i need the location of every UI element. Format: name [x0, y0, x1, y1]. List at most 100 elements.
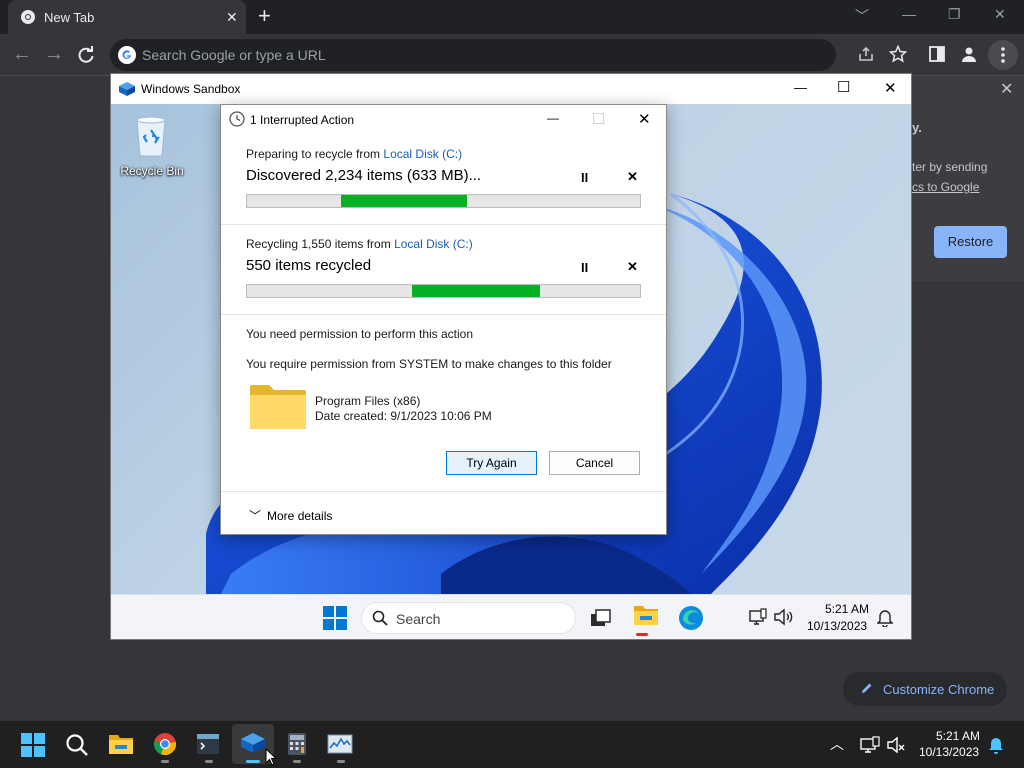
- source-link[interactable]: Local Disk (C:): [383, 147, 462, 161]
- close-window-icon[interactable]: ✕: [994, 6, 1006, 23]
- tab-new-tab[interactable]: New Tab ✕: [8, 0, 246, 34]
- mouse-cursor-icon: [265, 748, 277, 766]
- pause-button[interactable]: II: [581, 260, 588, 275]
- edge-icon[interactable]: [678, 605, 704, 631]
- new-tab-button[interactable]: +: [258, 5, 271, 27]
- google-icon: [118, 46, 136, 64]
- operation-2-description: Recycling 1,550 items from Local Disk (C…: [246, 237, 473, 251]
- running-indicator: [293, 760, 301, 763]
- tab-title: New Tab: [44, 10, 95, 25]
- notification-bell-icon[interactable]: [988, 736, 1004, 754]
- dialog-title: 1 Interrupted Action: [250, 113, 355, 127]
- running-indicator: [161, 760, 169, 763]
- host-clock-date: 10/13/2023: [919, 745, 980, 759]
- permission-heading: You need permission to perform this acti…: [246, 327, 474, 341]
- sandbox-clock-time: 5:21 AM: [825, 602, 870, 616]
- cancel-button[interactable]: Cancel: [549, 451, 640, 475]
- operation-2-progress-bar: [246, 284, 641, 298]
- search-icon: [372, 610, 388, 626]
- dialog-minimize-icon[interactable]: —: [547, 111, 559, 125]
- task-view-icon[interactable]: [590, 608, 612, 628]
- customize-chrome-button[interactable]: Customize Chrome: [843, 672, 1007, 706]
- sandbox-start-icon[interactable]: [323, 606, 347, 630]
- operation-2-progress-fill: [412, 285, 540, 297]
- ntp-notice-close-icon[interactable]: ✕: [1000, 79, 1013, 99]
- tab-close-icon[interactable]: ✕: [226, 9, 238, 25]
- notification-bell-icon[interactable]: [877, 609, 893, 627]
- clock-icon: [229, 111, 245, 127]
- pencil-icon: [860, 681, 874, 695]
- performance-monitor-icon[interactable]: [327, 734, 353, 754]
- reload-icon[interactable]: [76, 45, 96, 65]
- chrome-icon[interactable]: [153, 732, 177, 756]
- chevron-down-icon: ﹀: [249, 509, 262, 523]
- running-indicator: [205, 760, 213, 763]
- more-vert-icon: [1001, 47, 1005, 63]
- tab-search-icon[interactable]: ﹀: [855, 6, 869, 26]
- start-icon[interactable]: [21, 733, 45, 757]
- search-icon[interactable]: [65, 733, 89, 757]
- network-icon[interactable]: [749, 608, 767, 626]
- sandbox-app-icon: [241, 733, 265, 753]
- back-icon[interactable]: ←: [12, 43, 32, 65]
- operation-1-description: Preparing to recycle from Local Disk (C:…: [246, 147, 462, 161]
- operation-1-status: Discovered 2,234 items (633 MB)...: [246, 167, 482, 184]
- permission-detail: You require permission from SYSTEM to ma…: [246, 357, 612, 371]
- sandbox-taskbar: Search 5:21 AM 10/13/2023: [111, 594, 911, 639]
- sandbox-maximize-icon[interactable]: ☐: [837, 78, 850, 96]
- volume-icon[interactable]: [773, 608, 793, 626]
- sandbox-title-bar[interactable]: Windows Sandbox — ☐ ✕: [111, 74, 911, 104]
- forward-icon[interactable]: →: [44, 43, 64, 65]
- operation-1-progress-fill: [341, 195, 468, 207]
- terminal-icon[interactable]: [196, 733, 220, 755]
- file-explorer-icon[interactable]: [633, 603, 659, 627]
- bookmark-star-icon[interactable]: [889, 45, 907, 63]
- folder-name: Program Files (x86): [315, 394, 421, 408]
- source-link[interactable]: Local Disk (C:): [394, 237, 473, 251]
- divider: [221, 491, 666, 492]
- calculator-icon[interactable]: [287, 732, 307, 756]
- stop-button[interactable]: ✕: [627, 169, 638, 185]
- share-icon[interactable]: [857, 45, 875, 63]
- omnibox[interactable]: Search Google or type a URL: [110, 39, 836, 71]
- active-indicator: [246, 760, 260, 763]
- divider: [221, 224, 666, 225]
- divider: [221, 314, 666, 315]
- sandbox-clock-date: 10/13/2023: [807, 619, 868, 633]
- folder-icon: [249, 383, 307, 431]
- volume-muted-icon[interactable]: [886, 736, 906, 754]
- profile-icon[interactable]: [960, 45, 978, 63]
- folder-date-created: Date created: 9/1/2023 10:06 PM: [315, 409, 492, 423]
- operation-2-prefix: Recycling 1,550 items from: [246, 237, 395, 251]
- interrupted-action-dialog: 1 Interrupted Action — ☐ ✕ Preparing to …: [220, 104, 667, 535]
- tray-overflow-icon[interactable]: ︿: [830, 734, 844, 754]
- stop-button[interactable]: ✕: [627, 259, 638, 275]
- network-icon[interactable]: [860, 736, 880, 754]
- restore-button[interactable]: Restore: [934, 226, 1007, 258]
- sandbox-close-icon[interactable]: ✕: [884, 79, 897, 97]
- sandbox-search-label: Search: [396, 611, 441, 627]
- try-again-button[interactable]: Try Again: [446, 451, 537, 475]
- more-details-toggle[interactable]: ﹀ More details: [249, 507, 332, 524]
- ntp-notice-text: ter by sending: [912, 160, 988, 174]
- file-explorer-icon[interactable]: [108, 733, 134, 755]
- side-panel-icon[interactable]: [928, 45, 946, 63]
- operation-2-status: 550 items recycled: [246, 257, 372, 274]
- recycle-bin-icon[interactable]: [133, 114, 169, 158]
- recycle-bin-label: Recycle Bin: [120, 164, 184, 178]
- dialog-maximize-icon: ☐: [592, 111, 606, 128]
- host-clock-time: 5:21 AM: [936, 729, 981, 743]
- chrome-favicon-icon: [20, 9, 36, 25]
- maximize-icon[interactable]: ❐: [948, 6, 961, 23]
- sandbox-minimize-icon[interactable]: —: [794, 80, 807, 95]
- minimize-icon[interactable]: —: [902, 6, 916, 22]
- sandbox-title: Windows Sandbox: [141, 82, 241, 96]
- chrome-menu-button[interactable]: [988, 40, 1018, 70]
- sandbox-search-box[interactable]: Search: [361, 602, 576, 634]
- dialog-close-icon[interactable]: ✕: [638, 110, 651, 128]
- running-indicator: [636, 633, 648, 636]
- ntp-notice-link[interactable]: cs to Google: [912, 180, 979, 194]
- operation-1-progress-bar: [246, 194, 641, 208]
- pause-button[interactable]: II: [581, 170, 588, 185]
- chrome-tab-strip: New Tab ✕ + ﹀ — ❐ ✕: [0, 0, 1024, 34]
